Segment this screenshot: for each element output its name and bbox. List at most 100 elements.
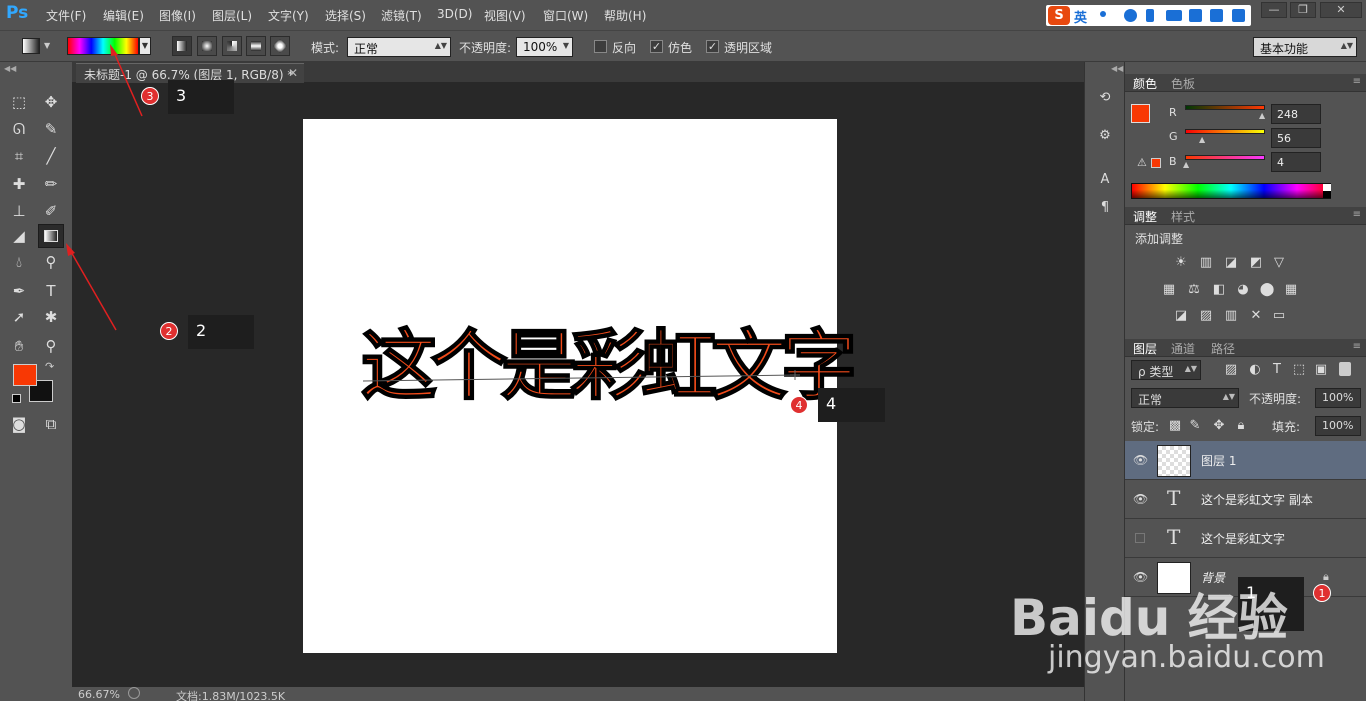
arrow-2-line	[69, 249, 117, 331]
layer-row[interactable]: 👁︎ T 这个是彩虹文字 副本	[1125, 480, 1366, 519]
fill-label: 填充:	[1272, 420, 1301, 434]
eye-icon[interactable]: 👁︎	[1133, 453, 1148, 467]
filter-shape-icon[interactable]: ⬚	[1291, 362, 1307, 377]
lock-label: 锁定:	[1131, 420, 1160, 434]
r-label: R	[1169, 106, 1177, 119]
badge-4: 4	[790, 396, 808, 414]
filter-adjustment-icon[interactable]: ◐	[1247, 362, 1263, 377]
selective-color-adjustment-icon[interactable]: ✕	[1248, 308, 1264, 323]
posterize-adjustment-icon[interactable]: ▨	[1198, 308, 1214, 323]
color-spectrum[interactable]	[1131, 183, 1331, 199]
spectrum-black-swatch[interactable]	[1323, 191, 1331, 198]
badge-2: 2	[160, 322, 178, 340]
b-slider-thumb[interactable]: ▲	[1183, 160, 1189, 169]
baidu-watermark-url: jingyan.baidu.com	[1048, 640, 1325, 675]
filter-smart-icon[interactable]: ▣	[1313, 362, 1329, 377]
layer-opacity-value: 100%	[1322, 391, 1354, 404]
callout-2: 2	[188, 315, 254, 349]
tab-layers[interactable]: 图层	[1133, 340, 1157, 357]
tab-paths[interactable]: 路径	[1211, 340, 1235, 357]
exposure-adjustment-icon[interactable]: ◩	[1248, 255, 1264, 270]
tab-styles[interactable]: 样式	[1171, 208, 1195, 225]
tab-swatches[interactable]: 色板	[1171, 75, 1195, 92]
select-arrow-icon: ▲▼	[1222, 392, 1235, 401]
adjustments-panel-tabs: 调整 样式 ≡	[1125, 207, 1366, 225]
brightness-adjustment-icon[interactable]: ☀	[1173, 255, 1189, 270]
curves-adjustment-icon[interactable]: ◪	[1223, 255, 1239, 270]
g-slider[interactable]	[1185, 129, 1265, 134]
panel-menu-icon[interactable]: ≡	[1353, 341, 1361, 352]
filter-type-icon[interactable]: T	[1269, 362, 1285, 377]
panel-menu-icon[interactable]: ≡	[1353, 209, 1361, 220]
r-input[interactable]: 248	[1271, 104, 1321, 124]
character-panel-icon[interactable]: A	[1097, 172, 1113, 188]
channel-mixer-adjustment-icon[interactable]: ⬤	[1259, 282, 1275, 297]
callout-2-label: 2	[196, 321, 207, 340]
arrow-2-head	[66, 243, 75, 256]
arrow-3-head	[110, 44, 118, 56]
layer-row[interactable]: T 这个是彩虹文字	[1125, 519, 1366, 558]
b-label: B	[1169, 155, 1177, 168]
tab-color[interactable]: 颜色	[1133, 75, 1157, 92]
layer-filter-select[interactable]: ρ 类型 ▲▼	[1131, 360, 1201, 380]
b-slider[interactable]	[1185, 155, 1265, 160]
badge-3: 3	[141, 87, 159, 105]
doc-info: 文档:1.83M/1023.5K	[176, 690, 286, 701]
filter-pixel-icon[interactable]: ▨	[1223, 362, 1239, 377]
vibrance-adjustment-icon[interactable]: ▽	[1271, 255, 1287, 270]
history-panel-icon[interactable]: ⟲	[1097, 90, 1113, 106]
color-balance-adjustment-icon[interactable]: ⚖	[1186, 282, 1202, 297]
blend-mode-value: 正常	[1138, 393, 1163, 407]
gamut-swatch[interactable]	[1151, 158, 1161, 168]
tab-adjustments[interactable]: 调整	[1133, 208, 1157, 225]
fill-value: 100%	[1322, 419, 1354, 432]
black-white-adjustment-icon[interactable]: ◧	[1211, 282, 1227, 297]
callout-4: 4	[818, 388, 885, 422]
status-bar: 66.67% 文档:1.83M/1023.5K	[72, 687, 1084, 701]
lock-all-icon[interactable]: 🔒︎	[1233, 418, 1249, 433]
g-slider-thumb[interactable]: ▲	[1199, 135, 1205, 144]
select-arrow-icon: ▲▼	[1184, 364, 1197, 373]
color-lookup-adjustment-icon[interactable]: ▦	[1283, 282, 1299, 297]
eye-icon[interactable]: 👁︎	[1133, 492, 1148, 506]
properties-panel-icon[interactable]: ⚙	[1097, 128, 1113, 144]
b-input[interactable]: 4	[1271, 152, 1321, 172]
arrow-3-line	[112, 49, 143, 117]
gradient-map-adjustment-icon[interactable]: ▭	[1271, 308, 1287, 323]
gamut-warning-icon: ⚠	[1137, 156, 1147, 169]
levels-adjustment-icon[interactable]: ▥	[1198, 255, 1214, 270]
callout-3-label: 3	[176, 86, 187, 105]
layer-name: 这个是彩虹文字	[1201, 532, 1286, 546]
invert-adjustment-icon[interactable]: ◪	[1173, 308, 1189, 323]
tab-channels[interactable]: 通道	[1171, 340, 1195, 357]
expand-dock-icon[interactable]: ◀◀	[1111, 64, 1123, 73]
threshold-adjustment-icon[interactable]: ▥	[1223, 308, 1239, 323]
hue-saturation-adjustment-icon[interactable]: ▦	[1161, 282, 1177, 297]
spectrum-white-swatch[interactable]	[1323, 184, 1331, 191]
text-layer-icon: T	[1167, 486, 1181, 510]
r-slider-thumb[interactable]: ▲	[1259, 111, 1265, 120]
callout-4-label: 4	[826, 394, 837, 413]
g-label: G	[1169, 130, 1178, 143]
blend-mode-select[interactable]: 正常 ▲▼	[1131, 388, 1239, 408]
paragraph-panel-icon[interactable]: ¶	[1097, 200, 1113, 216]
color-fg-swatch[interactable]	[1131, 104, 1150, 123]
lock-position-icon[interactable]: ✥	[1211, 418, 1227, 433]
visibility-toggle[interactable]	[1135, 533, 1145, 543]
lock-transparent-icon[interactable]: ▩	[1167, 418, 1183, 433]
fill-input[interactable]: 100%	[1315, 416, 1361, 436]
zoom-level[interactable]: 66.67%	[78, 688, 120, 701]
layer-thumbnail	[1157, 445, 1191, 477]
layer-row[interactable]: 👁︎ 图层 1	[1125, 441, 1366, 480]
g-input[interactable]: 56	[1271, 128, 1321, 148]
lock-pixels-icon[interactable]: ✎	[1187, 418, 1203, 433]
filter-toggle[interactable]	[1339, 362, 1351, 376]
panel-menu-icon[interactable]: ≡	[1353, 76, 1361, 87]
layer-opacity-input[interactable]: 100%	[1315, 388, 1361, 408]
layer-name: 图层 1	[1201, 454, 1237, 468]
r-slider[interactable]	[1185, 105, 1265, 110]
status-info-icon[interactable]	[128, 687, 140, 699]
layer-name: 这个是彩虹文字 副本	[1201, 493, 1313, 507]
photo-filter-adjustment-icon[interactable]: ◕	[1235, 282, 1251, 297]
layers-panel-tabs: 图层 通道 路径 ≡	[1125, 339, 1366, 357]
